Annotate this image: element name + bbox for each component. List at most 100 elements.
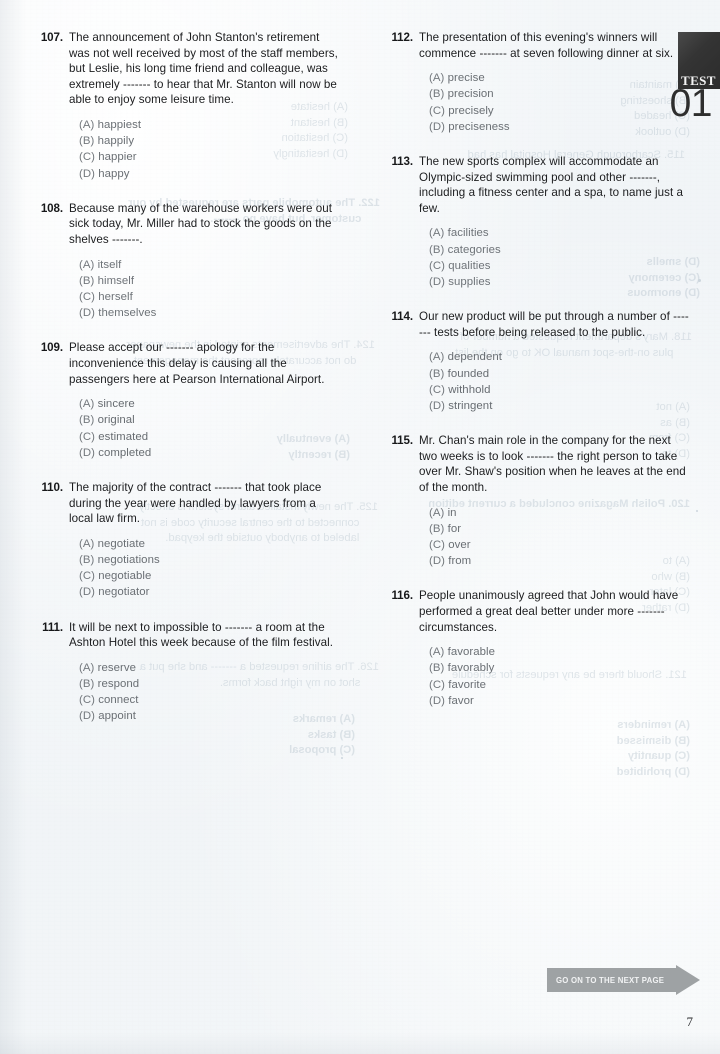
answer-choice[interactable]: (A) precise <box>429 70 690 86</box>
choice-text: original <box>97 414 135 427</box>
go-on-to-next-page-banner: GO ON TO THE NEXT PAGE <box>547 965 700 995</box>
answer-choice[interactable]: (C) negotiable <box>79 568 340 584</box>
answer-choice[interactable]: (C) qualities <box>429 258 690 274</box>
answer-choice[interactable]: (C) over <box>429 537 690 553</box>
choice-label: (B) <box>429 243 445 256</box>
answer-choice[interactable]: (C) happier <box>79 149 340 165</box>
choice-label: (A) <box>79 258 95 271</box>
question-number: 107. <box>40 31 63 44</box>
answer-choice[interactable]: (A) itself <box>79 257 340 273</box>
question-header: 115. Mr. Chan's main role in the company … <box>390 433 690 495</box>
choice-text: negotiable <box>98 570 152 583</box>
choice-label: (D) <box>429 275 445 288</box>
answer-choice[interactable]: (B) founded <box>429 366 690 382</box>
answer-choice[interactable]: (D) themselves <box>79 305 340 321</box>
choice-text: herself <box>98 290 133 303</box>
question-stem: The announcement of John Stanton's retir… <box>69 31 338 107</box>
answer-choice[interactable]: (D) preciseness <box>429 119 690 135</box>
choice-label: (B) <box>429 662 445 675</box>
answer-choice[interactable]: (A) reserve <box>79 660 340 676</box>
question-number: 116. <box>391 589 413 603</box>
answer-choice[interactable]: (B) respond <box>79 676 340 692</box>
answer-choices: (A) itself (B) himself (C) herself (D) them… <box>40 257 340 322</box>
answer-choice[interactable]: (D) favor <box>429 693 690 709</box>
question-number: 109. <box>40 341 63 355</box>
answer-choice[interactable]: (B) for <box>429 521 690 537</box>
answer-choice[interactable]: (A) sincere <box>79 396 340 412</box>
choice-label: (A) <box>429 227 445 240</box>
question-header: 113. The new sports complex will accommod… <box>390 154 690 216</box>
answer-choice[interactable]: (D) supplies <box>429 274 690 290</box>
question-number: 114. <box>391 310 413 324</box>
choice-text: qualities <box>448 259 491 272</box>
choice-label: (C) <box>79 430 95 443</box>
question-header: 116. People unanimously agreed that John … <box>390 588 690 635</box>
answer-choice[interactable]: (B) categories <box>429 242 690 258</box>
answer-choice[interactable]: (C) precisely <box>429 103 690 119</box>
choice-text: dependent <box>447 351 502 364</box>
choice-text: happiest <box>97 118 142 131</box>
choice-text: reserve <box>97 661 136 674</box>
choice-text: in <box>447 506 457 519</box>
choice-label: (D) <box>79 710 95 723</box>
answer-choices: (A) facilities (B) categories (C) qualitie… <box>390 225 690 290</box>
choice-text: estimated <box>98 430 149 443</box>
answer-choices: (A) negotiate (B) negotiations (C) negotia… <box>40 536 340 601</box>
answer-choice[interactable]: (C) estimated <box>79 429 340 445</box>
choice-text: sincere <box>97 398 135 411</box>
question-block: 114. Our new product will be put through … <box>390 309 690 414</box>
choice-label: (C) <box>79 694 95 707</box>
choice-text: precise <box>447 72 485 85</box>
answer-choice[interactable]: (B) himself <box>79 273 340 289</box>
question-block: 107. The announcement of John Stanton's r… <box>40 30 340 182</box>
question-header: 107. The announcement of John Stanton's r… <box>40 30 340 108</box>
choice-text: negotiator <box>98 586 150 599</box>
question-column-right: 112. The presentation of this evening's w… <box>390 30 690 709</box>
answer-choice[interactable]: (A) negotiate <box>79 536 340 552</box>
question-block: 109. Please accept our ------- apology fo… <box>40 340 340 461</box>
answer-choice[interactable]: (D) from <box>429 553 690 569</box>
answer-choice[interactable]: (A) favorable <box>429 644 690 660</box>
banner-body: GO ON TO THE NEXT PAGE <box>547 968 677 992</box>
answer-choice[interactable]: (C) connect <box>79 692 340 708</box>
answer-choice[interactable]: (D) stringent <box>429 398 690 414</box>
choice-label: (C) <box>79 290 95 303</box>
answer-choice[interactable]: (B) precision <box>429 86 690 102</box>
answer-choice[interactable]: (B) negotiations <box>79 552 340 568</box>
question-stem: Please accept our ------- apology for th… <box>69 341 325 386</box>
question-header: 108. Because many of the warehouse worker… <box>40 201 340 248</box>
answer-choice[interactable]: (B) happily <box>79 133 340 149</box>
answer-choices: (A) in (B) for (C) over (D) from <box>390 505 690 570</box>
choice-text: facilities <box>447 227 489 240</box>
choice-label: (C) <box>429 383 445 396</box>
answer-choice[interactable]: (C) herself <box>79 289 340 305</box>
choice-text: itself <box>97 258 122 271</box>
choice-text: categories <box>447 243 501 256</box>
answer-choice[interactable]: (A) in <box>429 505 690 521</box>
answer-choice[interactable]: (A) dependent <box>429 349 690 365</box>
choice-label: (C) <box>79 570 95 583</box>
answer-choice[interactable]: (D) completed <box>79 445 340 461</box>
choice-label: (A) <box>79 398 95 411</box>
choice-text: from <box>448 555 472 568</box>
answer-choice[interactable]: (C) withhold <box>429 382 690 398</box>
answer-choice[interactable]: (B) favorably <box>429 660 690 676</box>
answer-choice[interactable]: (A) facilities <box>429 225 690 241</box>
answer-choice[interactable]: (D) appoint <box>79 708 340 724</box>
answer-choice[interactable]: (B) original <box>79 412 340 428</box>
choice-label: (C) <box>429 538 445 551</box>
question-header: 110. The majority of the contract -------… <box>40 480 340 527</box>
choice-label: (B) <box>79 553 95 566</box>
question-stem: Our new product will be put through a nu… <box>419 310 689 339</box>
question-block: 111. It will be next to impossible to ---… <box>40 620 340 725</box>
answer-choice[interactable]: (D) happy <box>79 166 340 182</box>
choice-label: (D) <box>79 446 95 459</box>
answer-choice[interactable]: (A) happiest <box>79 117 340 133</box>
answer-choice[interactable]: (D) negotiator <box>79 584 340 600</box>
page-edge-shadow-left <box>0 0 26 1054</box>
choice-label: (B) <box>79 677 95 690</box>
choice-text: happier <box>98 151 137 164</box>
choice-text: appoint <box>98 710 136 723</box>
answer-choice[interactable]: (C) favorite <box>429 677 690 693</box>
choice-label: (B) <box>79 274 95 287</box>
